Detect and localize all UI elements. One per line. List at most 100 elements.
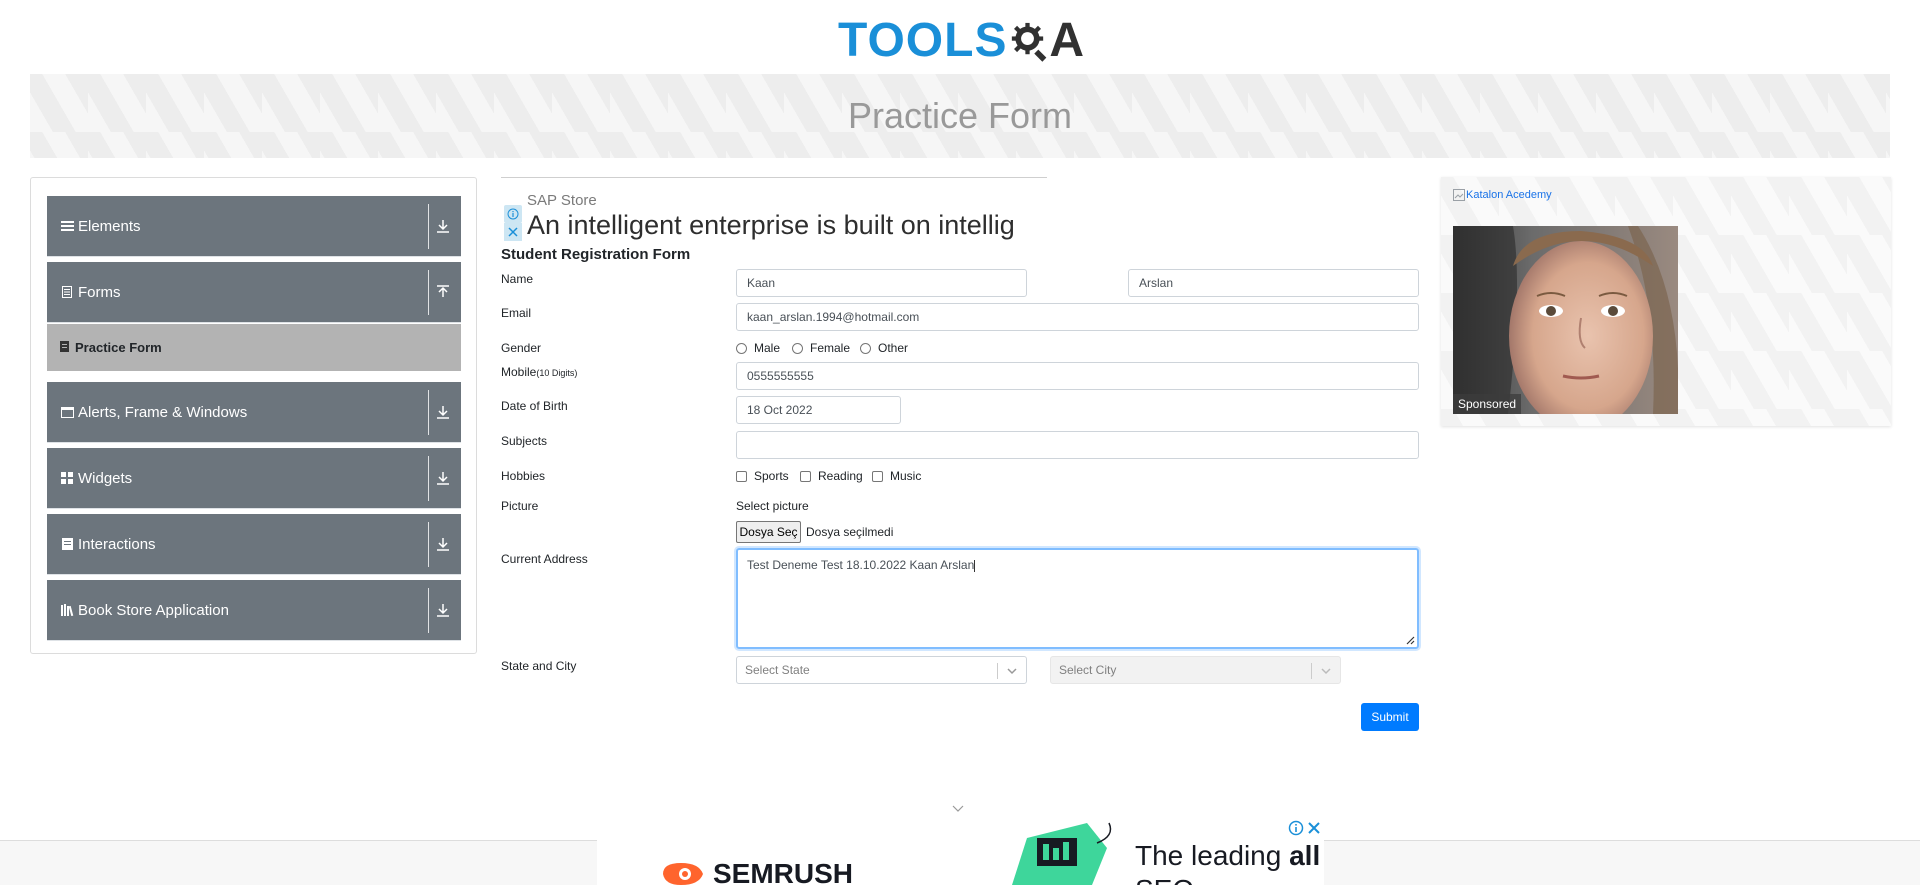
first-name-input[interactable]: Kaan [736, 269, 1027, 297]
sidebar-group-alerts[interactable]: Alerts, Frame & Windows [47, 382, 461, 443]
radio-label: Other [878, 341, 909, 355]
hobbies-label: Hobbies [501, 469, 546, 483]
file-icon [60, 340, 69, 355]
hobby-checkbox-reading[interactable]: Reading [800, 469, 863, 483]
sidebar-group-label: Forms [78, 283, 121, 301]
checkbox-box[interactable] [800, 470, 811, 482]
ad-illustration [1012, 822, 1112, 885]
tagline-text: The leading [1135, 840, 1290, 871]
text-cursor [974, 559, 976, 572]
divider [501, 177, 1047, 178]
gender-label: Gender [501, 341, 542, 355]
ad-banner-bottom[interactable]: SEMRUSH The leading all SEO ... [597, 818, 1324, 885]
picture-label: Picture [501, 499, 539, 513]
sidebar-group-elements[interactable]: Elements [47, 196, 461, 257]
menu-lines-icon [60, 219, 74, 233]
gender-radio-male[interactable]: Male [736, 341, 780, 355]
page-banner: Practice Form [30, 74, 1890, 158]
chevron-down-icon[interactable] [1006, 665, 1018, 677]
ad-info-icon[interactable] [504, 205, 522, 223]
ad-info-icon[interactable] [1288, 820, 1304, 836]
date-of-birth-input[interactable]: 18 Oct 2022 [736, 396, 901, 424]
sidebar-group-interactions[interactable]: Interactions [47, 514, 461, 575]
email-input[interactable]: kaan_arslan.1994@hotmail.com [736, 303, 1419, 331]
gender-radio-other[interactable]: Other [860, 341, 908, 355]
hobby-checkbox-sports[interactable]: Sports [736, 469, 789, 483]
download-icon[interactable] [435, 602, 451, 618]
city-select[interactable]: Select City [1050, 656, 1341, 684]
fire-icon [663, 863, 703, 885]
ad-tagline: The leading all [1135, 840, 1320, 872]
sidebar: Elements Forms Practice Form Alerts, Fra… [30, 177, 477, 654]
mobile-hint: (10 Digits) [536, 368, 578, 378]
tagline-bold: all [1289, 840, 1321, 871]
current-address-label: Current Address [501, 552, 588, 566]
sidebar-group-label: Elements [78, 217, 141, 235]
form-title: Student Registration Form [501, 246, 691, 263]
ad-close-icon[interactable] [1306, 820, 1322, 836]
download-icon[interactable] [435, 404, 451, 420]
state-select[interactable]: Select State [736, 656, 1027, 684]
checkbox-label: Music [890, 469, 922, 483]
radio-circle[interactable] [736, 342, 747, 354]
sidebar-group-widgets[interactable]: Widgets [47, 448, 461, 509]
radio-circle[interactable] [792, 342, 803, 354]
radio-label: Male [754, 341, 781, 355]
file-status-text: Dosya seçilmedi [806, 525, 894, 539]
sponsored-badge: Sponsored [1453, 394, 1522, 414]
checkbox-box[interactable] [736, 470, 747, 482]
upload-icon[interactable] [435, 284, 451, 300]
chevron-down-icon[interactable] [952, 805, 964, 813]
mobile-input[interactable]: 0555555555 [736, 362, 1419, 390]
gender-radio-female[interactable]: Female [792, 341, 850, 355]
state-city-label: State and City [501, 659, 577, 673]
logo-text-a: A [1049, 13, 1084, 67]
download-icon[interactable] [435, 470, 451, 486]
sidebar-item-practice-form[interactable]: Practice Form [47, 324, 461, 371]
semrush-logo: SEMRUSH [659, 858, 853, 885]
ad-close-icon[interactable] [504, 223, 522, 241]
toolsqa-logo[interactable]: TOOLS A [838, 12, 1084, 68]
sidebar-group-book-store[interactable]: Book Store Application [47, 580, 461, 641]
sponsored-ad-panel: Katalon Acedemy Sponsored [1441, 177, 1891, 426]
subjects-input[interactable] [736, 431, 1419, 459]
chevron-down-icon[interactable] [1320, 665, 1332, 677]
page-title: Practice Form [847, 95, 1073, 136]
ad-store-name: SAP Store [527, 192, 597, 209]
sidebar-group-label: Interactions [78, 535, 156, 553]
logo-text-tools: TOOLS [838, 13, 1008, 67]
radio-circle[interactable] [860, 342, 871, 354]
katalon-academy-link[interactable]: Katalon Acedemy [1453, 189, 1552, 201]
email-label: Email [501, 306, 532, 320]
window-icon [60, 405, 74, 419]
choose-file-button[interactable]: Dosya Seç [736, 521, 801, 543]
dob-label: Date of Birth [501, 399, 568, 413]
gear-magnifier-icon [1012, 22, 1047, 62]
city-placeholder: Select City [1059, 663, 1117, 677]
checkbox-label: Reading [818, 469, 863, 483]
ad-tagline-line2: SEO ... [1135, 874, 1225, 885]
link-text: Katalon Acedemy [1466, 189, 1552, 201]
ad-banner-top[interactable]: SAP Store An intelligent enterprise is b… [501, 177, 1047, 247]
checkbox-box[interactable] [872, 470, 883, 482]
divider [428, 204, 429, 249]
mobile-label-text: Mobile [501, 365, 537, 379]
select-picture-label: Select picture [736, 499, 809, 513]
last-name-input[interactable]: Arslan [1128, 269, 1419, 297]
hobby-checkbox-music[interactable]: Music [872, 469, 921, 483]
divider [1311, 663, 1312, 679]
divider [428, 456, 429, 501]
ad-photo[interactable] [1453, 226, 1678, 414]
download-icon[interactable] [435, 218, 451, 234]
ad-headline[interactable]: An intelligent enterprise is built on in… [527, 210, 1047, 241]
current-address-textarea[interactable]: Test Deneme Test 18.10.2022 Kaan Arslan [736, 548, 1419, 649]
divider [997, 663, 998, 679]
download-icon[interactable] [435, 536, 451, 552]
sidebar-group-forms[interactable]: Forms [47, 262, 461, 323]
resize-handle-icon[interactable] [1405, 635, 1415, 645]
divider [428, 522, 429, 567]
sidebar-group-label: Alerts, Frame & Windows [78, 403, 248, 421]
submit-button[interactable]: Submit [1361, 703, 1419, 731]
name-label: Name [501, 272, 534, 286]
sidebar-group-label: Widgets [78, 469, 133, 487]
